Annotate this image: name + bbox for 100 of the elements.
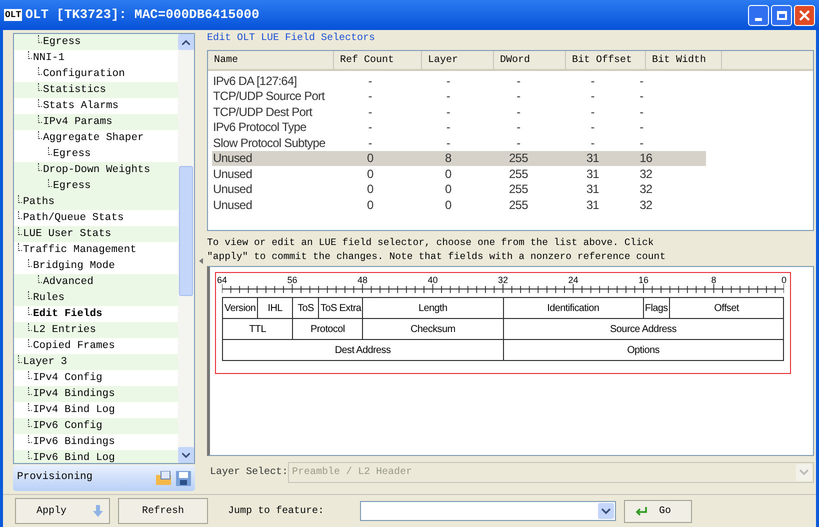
tree-item[interactable]: Traffic Management bbox=[23, 244, 136, 256]
table-cell-text: - bbox=[445, 119, 451, 136]
ruler-label: 32 bbox=[498, 274, 508, 287]
table-cell-text: 32 bbox=[638, 166, 654, 183]
header-field[interactable]: Protocol bbox=[293, 319, 364, 340]
table-cell-text: Unused bbox=[212, 181, 253, 198]
table-cell-text: 31 bbox=[585, 196, 600, 214]
table-cell-text: - bbox=[638, 104, 644, 121]
app-logo: OLT bbox=[4, 9, 22, 21]
refresh-button[interactable]: Refresh bbox=[118, 498, 208, 524]
section-label: Provisioning bbox=[17, 470, 93, 486]
apply-button[interactable]: Apply bbox=[15, 498, 110, 524]
table-cell-text: 255 bbox=[508, 150, 529, 168]
header-field[interactable]: Source Address bbox=[504, 319, 784, 340]
tree-item[interactable]: Configuration bbox=[43, 68, 125, 80]
header-field[interactable]: Checksum bbox=[363, 319, 504, 340]
tree-item[interactable]: Rules bbox=[33, 292, 65, 304]
tree-item[interactable]: Egress bbox=[43, 36, 81, 48]
table-cell-text: - bbox=[516, 104, 522, 121]
ruler-label: 16 bbox=[638, 274, 648, 287]
table-cell-text: 0 bbox=[366, 150, 374, 168]
table-cell-text: - bbox=[445, 104, 451, 121]
table-cell-text: Unused bbox=[212, 196, 253, 214]
header-field[interactable]: TTL bbox=[223, 319, 294, 340]
tree-item[interactable]: IPv4 Config bbox=[33, 372, 102, 384]
column-header[interactable]: Name bbox=[208, 51, 334, 69]
table-cell-text: - bbox=[516, 88, 522, 106]
header-field[interactable]: Options bbox=[504, 340, 784, 361]
header-field[interactable]: ToS bbox=[293, 298, 320, 319]
table-cell-text: - bbox=[590, 72, 596, 90]
feature-combobox[interactable] bbox=[360, 501, 616, 521]
table-cell-text: - bbox=[516, 119, 522, 136]
maximize-button[interactable] bbox=[771, 4, 792, 26]
go-button[interactable]: Go bbox=[624, 500, 692, 522]
column-header[interactable]: Layer bbox=[422, 51, 494, 69]
header-field[interactable]: IHL bbox=[258, 298, 294, 319]
help-text: "apply" to commit the changes. Note that fields with a nonzero reference count bbox=[207, 250, 667, 264]
group-title: Edit OLT LUE Field Selectors bbox=[207, 32, 376, 46]
column-header[interactable]: Bit Width bbox=[646, 51, 722, 69]
scrollbar[interactable] bbox=[178, 34, 194, 463]
tree-item[interactable]: Layer 3 bbox=[23, 356, 68, 368]
minimize-button[interactable] bbox=[748, 4, 769, 26]
tree-item[interactable]: Copied Frames bbox=[33, 340, 115, 352]
table-cell-text: - bbox=[445, 88, 451, 106]
table-cell-text: 16 bbox=[638, 150, 654, 168]
column-header[interactable]: Ref Count bbox=[334, 51, 422, 69]
tree-item[interactable]: Egress bbox=[53, 180, 91, 192]
column-header[interactable]: Bit Offset bbox=[566, 51, 646, 69]
table-cell-text: 31 bbox=[585, 166, 600, 183]
tree-item[interactable]: Aggregate Shaper bbox=[43, 132, 144, 144]
table-row[interactable]: Unused 0 8 255 31 16 bbox=[212, 150, 706, 166]
header-field[interactable]: Version bbox=[223, 298, 258, 319]
table-cell-text: 0 bbox=[366, 196, 374, 214]
ruler-label: 0 bbox=[782, 274, 786, 287]
table-cell-text: - bbox=[590, 104, 596, 121]
tree-item[interactable]: NNI-1 bbox=[33, 52, 65, 64]
header-field[interactable]: Dest Address bbox=[223, 340, 504, 361]
table-cell-text: 31 bbox=[585, 181, 600, 198]
tree-item[interactable]: Bridging Mode bbox=[33, 260, 115, 272]
help-text: To view or edit an LUE field selector, choose one from the list above. Click bbox=[207, 236, 655, 250]
header-field[interactable]: ToS Extra bbox=[319, 298, 364, 319]
table-cell-text: - bbox=[516, 72, 522, 90]
tree-item[interactable]: Edit Fields bbox=[33, 308, 102, 320]
table-cell-text: - bbox=[367, 134, 373, 152]
field-label: Layer Select: bbox=[210, 466, 288, 480]
enter-arrow-icon bbox=[635, 506, 647, 516]
scroll-up-icon[interactable] bbox=[182, 40, 190, 44]
field-label: Jump to feature: bbox=[228, 504, 326, 518]
tree-item[interactable]: IPv6 Bindings bbox=[33, 436, 115, 448]
table-cell-text: TCP/UDP Dest Port bbox=[212, 104, 314, 121]
table-cell-text: - bbox=[367, 104, 373, 121]
tree-item[interactable]: IPv4 Bind Log bbox=[33, 404, 115, 416]
ruler-label: 64 bbox=[217, 274, 227, 287]
header-field[interactable]: Length bbox=[363, 298, 504, 319]
header-field[interactable]: Identification bbox=[504, 298, 644, 319]
table-cell-text: 0 bbox=[366, 166, 374, 183]
table-cell-text: 0 bbox=[444, 181, 452, 198]
table-cell-text: 31 bbox=[585, 150, 600, 168]
scroll-down-icon[interactable] bbox=[182, 452, 190, 458]
tree-item[interactable]: Path/Queue Stats bbox=[23, 212, 124, 224]
table-cell-text: - bbox=[367, 88, 373, 106]
collapse-arrow-icon[interactable] bbox=[199, 258, 203, 264]
header-field[interactable]: Flags bbox=[644, 298, 670, 319]
table-cell-text: - bbox=[590, 119, 596, 136]
save-icon[interactable] bbox=[176, 470, 191, 486]
header-field[interactable]: Offset bbox=[670, 298, 784, 319]
tree-item[interactable]: Stats Alarms bbox=[43, 100, 119, 112]
table-cell-text: - bbox=[638, 119, 644, 136]
tree-item[interactable]: Egress bbox=[53, 148, 91, 160]
close-button[interactable] bbox=[794, 4, 815, 26]
table-cell-text: - bbox=[638, 134, 644, 152]
table-cell-text: 0 bbox=[444, 166, 452, 183]
table-cell-text: - bbox=[590, 134, 596, 152]
table-cell-text: Unused bbox=[212, 166, 253, 183]
ruler-label: 56 bbox=[287, 274, 298, 287]
table-cell-text: - bbox=[445, 134, 451, 152]
column-header[interactable]: DWord bbox=[494, 51, 566, 69]
tree-item[interactable]: Paths bbox=[23, 196, 55, 208]
table-cell-text: TCP/UDP Source Port bbox=[212, 88, 326, 106]
table-cell-text: - bbox=[638, 72, 644, 90]
